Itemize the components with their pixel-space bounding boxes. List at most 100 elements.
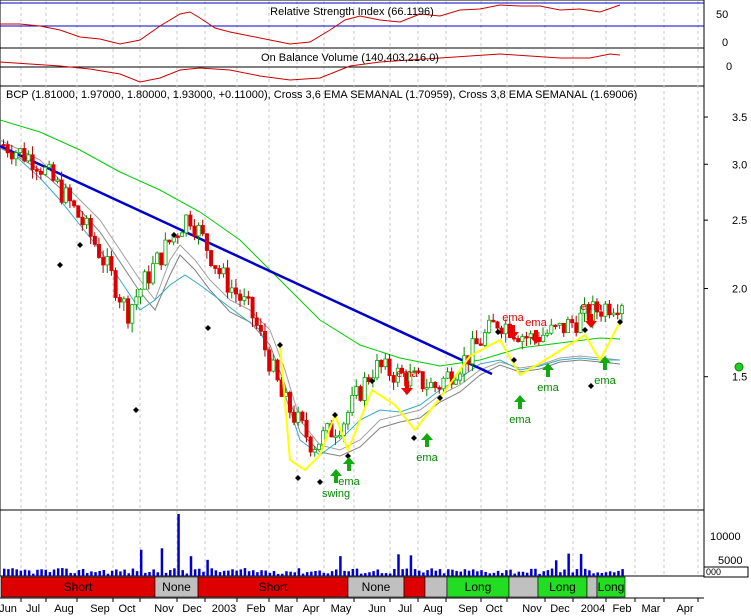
volume-bar [48,572,52,576]
candle-body [391,375,396,383]
volume-bar [247,571,251,576]
volume-bar [144,572,147,576]
volume-bar [364,573,367,576]
volume-bar [455,570,458,576]
volume-bar [509,569,512,576]
volume-bar [422,572,425,576]
candle-body [217,268,222,275]
candle-body [337,434,342,438]
candle-body [487,319,492,334]
volume-bar [584,568,587,576]
volume-bar [193,569,197,576]
x-label: Feb [613,603,632,615]
volume-bar [19,570,23,576]
volume-bar [123,569,126,576]
candle-body [478,343,483,346]
candle-body [68,187,73,202]
annotation-label: ema [416,452,438,464]
candle-body [84,217,89,226]
candle-body [92,235,97,245]
volume-bar [210,568,213,576]
volume-bar [7,569,10,576]
volume-bar [268,572,272,576]
candle-body [88,217,93,237]
candle-body [233,287,238,295]
volume-bar [102,569,106,576]
candle-body [121,298,126,303]
candle-body [325,423,330,432]
candle-body [300,411,305,421]
volume-bar [206,559,209,576]
price-header: BCP (1.81000, 1.97000, 1.80000, 1.93000,… [6,89,637,101]
volume-bar [131,568,135,576]
candle-body [150,263,155,284]
candle-body [105,256,110,266]
volume-unit-label: 000 [706,567,721,577]
candle-body [155,252,160,265]
volume-bar [52,569,56,576]
volume-bar [115,569,118,576]
candle-body [238,293,243,301]
candle-body [43,166,48,175]
candle-body [549,324,554,334]
volume-bar [347,571,350,576]
x-label: Mar [642,603,661,615]
volume-bar [513,573,516,576]
volume-bar [459,571,462,576]
annotation-label: ema [502,312,524,324]
volume-bar [339,556,342,576]
volume-bar [218,572,222,576]
candle-body [97,244,102,258]
x-label: May [331,603,352,615]
candle-body [72,200,77,207]
volume-bar [563,569,566,576]
candle-body [38,170,43,175]
candle-body [482,332,487,346]
candle-body [441,377,446,390]
status-indicator [734,362,744,372]
volume-bar [239,569,243,576]
volume-bar [554,560,558,576]
volume-bar [202,571,205,576]
signal-segment [586,576,598,598]
volume-bar [94,572,97,576]
candle-body [263,330,268,351]
volume-bar [110,570,114,576]
x-label: Dec [550,603,570,615]
volume-bar [575,569,579,576]
volume-bar [160,548,164,576]
volume-bar [305,572,309,576]
candle-body [557,322,562,326]
volume-bar [301,573,305,576]
signal-segment [508,576,539,598]
candle-body [437,387,442,390]
candle-body [566,319,571,334]
volume-bar [359,573,363,576]
x-label: Dec [182,603,202,615]
candle-body [26,154,31,162]
candle-body [1,144,6,147]
y-tick-label: 1.5 [732,372,747,384]
volume-bar [235,570,238,576]
candle-body [458,373,463,381]
candle-body [146,271,151,284]
candle-body [375,360,380,379]
y-tick-label: 2.0 [732,284,747,296]
volume-bar [505,570,508,576]
volume-bar [447,569,450,576]
candle-body [292,411,297,423]
volume-bar [492,572,496,576]
volume-bar [3,568,6,576]
signal-label: Long [549,580,576,594]
volume-bar [442,573,446,576]
volume-bar [185,573,189,576]
volume-bar [293,572,296,576]
candle-body [47,164,52,168]
candle-body [619,305,624,314]
rsi-tick-0: 0 [722,37,728,49]
volume-bar [139,549,143,576]
volume-bar [40,569,43,576]
candle-body [346,412,351,425]
candle-body [51,164,56,181]
candle-body [204,233,209,251]
